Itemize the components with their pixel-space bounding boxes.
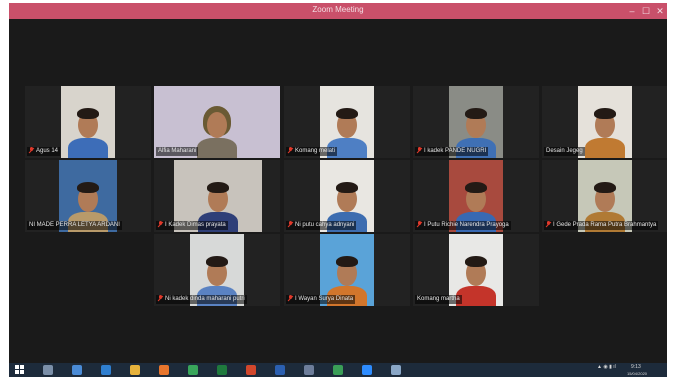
participant-name-tag: Komang martha — [415, 295, 462, 304]
participant-hair — [465, 256, 487, 267]
participant-name: I kadek PANDE NUGRI — [424, 148, 487, 154]
participant-name: NI MADE PERRA LETYA ARDANI — [29, 222, 120, 228]
windows-taskbar: ▲ ◉ ▮ ıl 9:13 15/04/2020 — [9, 363, 667, 377]
clock-time[interactable]: 9:13 — [631, 365, 641, 370]
participant-name-tag: I Gede Prada Rama Putra Brahmantya — [544, 221, 659, 230]
participant-tile[interactable]: Komang melati — [284, 86, 410, 158]
participant-name: Alfia Maharani — [158, 148, 197, 154]
participant-name: I Wayan Surya Dinata — [295, 296, 354, 302]
participant-tile[interactable]: I Kadek Dimas prayata — [154, 160, 280, 232]
muted-mic-icon — [417, 221, 422, 227]
muted-mic-icon — [158, 221, 163, 227]
participant-name: I Putu Richie Narendra Prayoga — [424, 222, 509, 228]
participant-tile[interactable]: Komang martha — [413, 234, 539, 306]
participant-name-tag: I kadek PANDE NUGRI — [415, 147, 489, 156]
powerpoint-icon[interactable] — [246, 365, 256, 375]
firefox-icon[interactable] — [159, 365, 169, 375]
participant-tile[interactable]: Agus 14 — [25, 86, 151, 158]
participant-body — [197, 138, 237, 158]
participant-hair — [77, 108, 99, 119]
participant-tile[interactable]: Ni putu cahya adnyani — [284, 160, 410, 232]
muted-mic-icon — [288, 295, 293, 301]
participant-hair — [206, 256, 228, 267]
video-gallery: Agus 14 Alfia Maharani Komang melati I kade… — [9, 19, 667, 363]
close-button[interactable]: ✕ — [653, 4, 667, 18]
participant-body — [68, 138, 108, 158]
participant-body — [585, 138, 625, 158]
maximize-button[interactable]: ☐ — [639, 4, 653, 18]
participant-name: Agus 14 — [36, 148, 59, 154]
paint-icon[interactable] — [391, 365, 401, 375]
word-icon[interactable] — [275, 365, 285, 375]
document-icon[interactable] — [304, 365, 314, 375]
muted-mic-icon — [288, 221, 293, 227]
muted-mic-icon — [546, 221, 551, 227]
participant-hair — [336, 182, 358, 193]
chrome-icon[interactable] — [188, 365, 198, 375]
file-explorer-icon[interactable] — [43, 365, 53, 375]
participant-name: Ni putu cahya adnyani — [295, 222, 355, 228]
zoom-icon[interactable] — [362, 365, 372, 375]
participant-name-tag: Agus 14 — [27, 147, 61, 156]
participant-body — [456, 286, 496, 306]
participant-name-tag: Desain Jegeg — [544, 147, 585, 156]
muted-mic-icon — [417, 147, 422, 153]
clock-date[interactable]: 15/04/2020 — [627, 371, 647, 376]
participant-name-tag: Ni kadek dinda maharani putri — [156, 295, 247, 304]
browser-icon[interactable] — [72, 365, 82, 375]
participant-name-tag: NI MADE PERRA LETYA ARDANI — [27, 221, 122, 230]
participant-hair — [465, 108, 487, 119]
participant-tile[interactable]: NI MADE PERRA LETYA ARDANI — [25, 160, 151, 232]
photos-icon[interactable] — [101, 365, 111, 375]
minimize-button[interactable]: – — [625, 4, 639, 18]
participant-hair — [594, 182, 616, 193]
participant-tile[interactable]: I kadek PANDE NUGRI — [413, 86, 539, 158]
participant-name-tag: I Putu Richie Narendra Prayoga — [415, 221, 511, 230]
participant-tile[interactable]: Alfia Maharani — [154, 86, 280, 158]
participant-name: Komang martha — [417, 296, 460, 302]
muted-mic-icon — [29, 147, 34, 153]
participant-hair — [336, 108, 358, 119]
participant-hair — [77, 182, 99, 193]
participant-name: Desain Jegeg — [546, 148, 583, 154]
participant-name: I Kadek Dimas prayata — [165, 222, 226, 228]
start-button[interactable] — [15, 365, 25, 375]
participant-name: I Gede Prada Rama Putra Brahmantya — [553, 222, 657, 228]
participant-name-tag: Komang melati — [286, 147, 338, 156]
participant-name-tag: I Kadek Dimas prayata — [156, 221, 228, 230]
participant-hair — [336, 256, 358, 267]
excel-icon[interactable] — [217, 365, 227, 375]
system-tray-icons[interactable]: ▲ ◉ ▮ ıl — [597, 365, 616, 370]
participant-name-tag: Ni putu cahya adnyani — [286, 221, 357, 230]
participant-hair — [207, 182, 229, 193]
muted-mic-icon — [158, 295, 163, 301]
participant-video — [61, 86, 115, 158]
participant-tile[interactable]: I Putu Richie Narendra Prayoga — [413, 160, 539, 232]
title-bar: Zoom Meeting – ☐ ✕ — [9, 3, 667, 19]
zoom-window: Zoom Meeting – ☐ ✕ Agus 14 Alfia Maharani… — [9, 3, 667, 377]
participant-name: Ni kadek dinda maharani putri — [165, 296, 245, 302]
participant-name-tag: Alfia Maharani — [156, 147, 199, 156]
folder-icon[interactable] — [130, 365, 140, 375]
muted-mic-icon — [288, 147, 293, 153]
participant-hair — [594, 108, 616, 119]
participant-tile[interactable]: I Gede Prada Rama Putra Brahmantya — [542, 160, 667, 232]
participant-tile[interactable]: Desain Jegeg — [542, 86, 667, 158]
participant-hair — [465, 182, 487, 193]
participant-face — [207, 112, 227, 138]
participant-tile[interactable]: Ni kadek dinda maharani putri — [154, 234, 280, 306]
participant-video — [578, 86, 632, 158]
window-title: Zoom Meeting — [312, 5, 364, 14]
participant-tile[interactable]: I Wayan Surya Dinata — [284, 234, 410, 306]
participant-name-tag: I Wayan Surya Dinata — [286, 295, 356, 304]
participant-name: Komang melati — [295, 148, 336, 154]
chrome-alt-icon[interactable] — [333, 365, 343, 375]
